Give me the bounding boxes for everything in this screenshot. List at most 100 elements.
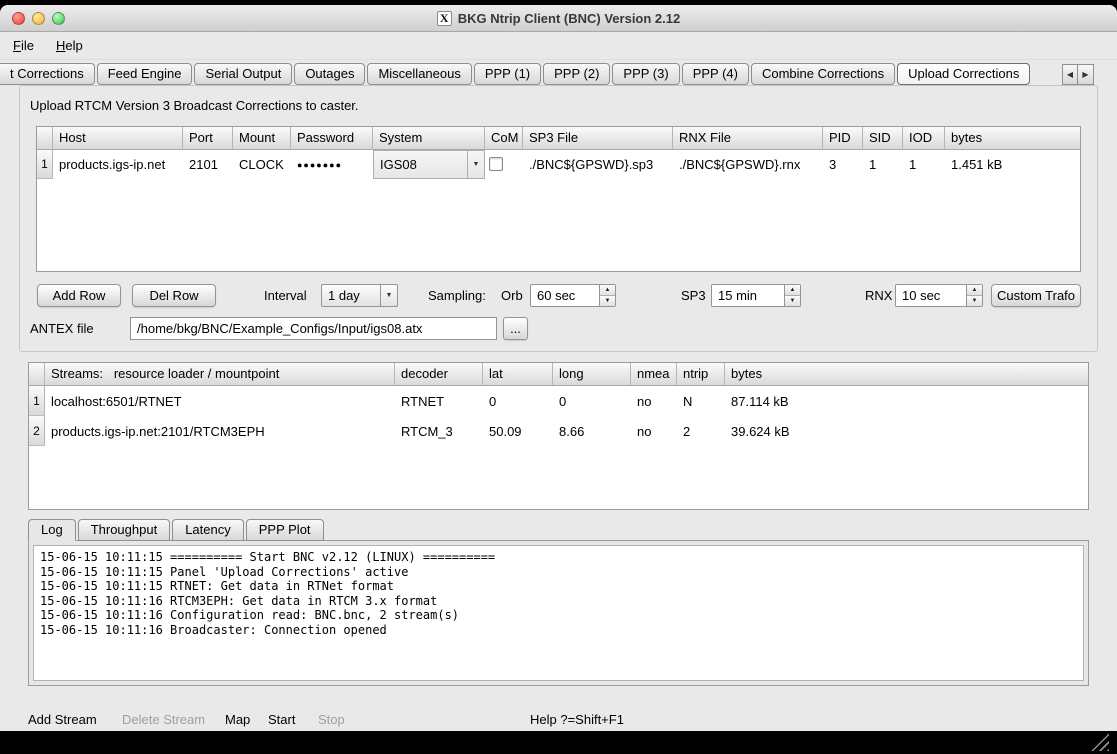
sp3-spinbox-value: 15 min	[712, 285, 784, 306]
custom-trafo-button[interactable]: Custom Trafo	[991, 284, 1081, 307]
add-stream-button[interactable]: Add Stream	[28, 712, 97, 727]
stream-long: 8.66	[553, 416, 631, 446]
spin-down-icon[interactable]: ▼	[785, 296, 800, 306]
rnx-spinbox-value: 10 sec	[896, 285, 966, 306]
system-combobox[interactable]: IGS08 ▼	[373, 150, 485, 179]
log-output[interactable]: 15-06-15 10:11:15 ========== Start BNC v…	[33, 545, 1084, 681]
system-combobox-value: IGS08	[374, 151, 467, 178]
upload-header-host: Host	[53, 127, 183, 150]
delete-stream-button[interactable]: Delete Stream	[122, 712, 205, 727]
sampling-label: Sampling:	[428, 288, 486, 303]
menu-file[interactable]: File	[13, 38, 34, 53]
upload-header-port: Port	[183, 127, 233, 150]
upload-cell-sid[interactable]: 1	[863, 150, 903, 179]
resize-grip[interactable]	[1089, 732, 1109, 751]
tab-combine-corrections[interactable]: Combine Corrections	[751, 63, 895, 85]
stop-button[interactable]: Stop	[318, 712, 345, 727]
sp3-label: SP3	[681, 288, 706, 303]
upload-cell-sp3-file[interactable]: ./BNC${GPSWD}.sp3	[523, 150, 673, 179]
upload-cell-mount[interactable]: CLOCK	[233, 150, 291, 179]
add-row-button[interactable]: Add Row	[37, 284, 121, 307]
spin-up-icon[interactable]: ▲	[785, 285, 800, 296]
tab-ppp-1[interactable]: PPP (1)	[474, 63, 541, 85]
orb-spin-buttons: ▲ ▼	[599, 285, 615, 306]
tab-ppp-4[interactable]: PPP (4)	[682, 63, 749, 85]
streams-header-nmea: nmea	[631, 363, 677, 386]
stream-decoder: RTCM_3	[395, 416, 483, 446]
tab-outages[interactable]: Outages	[294, 63, 365, 85]
help-shortcut-label: Help ?=Shift+F1	[530, 712, 624, 727]
orb-spinbox-value: 60 sec	[531, 285, 599, 306]
upload-header-rnx-file: RNX File	[673, 127, 823, 150]
antex-browse-button[interactable]: ...	[503, 317, 528, 340]
tab-scroll-right-icon[interactable]: ▶	[1078, 64, 1094, 85]
upload-table: Host Port Mount Password System CoM SP3 …	[36, 126, 1081, 272]
upload-cell-port[interactable]: 2101	[183, 150, 233, 179]
spin-down-icon[interactable]: ▼	[600, 296, 615, 306]
tab-feed-engine[interactable]: Feed Engine	[97, 63, 193, 85]
upload-header-password: Password	[291, 127, 373, 150]
title-bar[interactable]: X BKG Ntrip Client (BNC) Version 2.12	[0, 5, 1117, 32]
antex-file-label: ANTEX file	[30, 321, 94, 336]
tab-upload-corrections[interactable]: Upload Corrections	[897, 63, 1030, 85]
tab-log[interactable]: Log	[28, 519, 76, 541]
upload-row-number: 1	[37, 150, 53, 179]
stream-row-number: 1	[29, 386, 45, 416]
sp3-spinbox[interactable]: 15 min ▲ ▼	[711, 284, 801, 307]
window-title: BKG Ntrip Client (BNC) Version 2.12	[458, 11, 680, 26]
orb-spinbox[interactable]: 60 sec ▲ ▼	[530, 284, 616, 307]
tab-serial-output[interactable]: Serial Output	[194, 63, 292, 85]
streams-header-lat: lat	[483, 363, 553, 386]
tab-ppp-2[interactable]: PPP (2)	[543, 63, 610, 85]
stream-nmea: no	[631, 386, 677, 416]
stream-long: 0	[553, 386, 631, 416]
title-wrap: X BKG Ntrip Client (BNC) Version 2.12	[0, 5, 1117, 32]
stream-lat: 0	[483, 386, 553, 416]
tab-latency[interactable]: Latency	[172, 519, 244, 541]
tab-broadcast-corrections[interactable]: t Corrections	[0, 63, 95, 85]
streams-header-long: long	[553, 363, 631, 386]
upload-cell-pid[interactable]: 3	[823, 150, 863, 179]
log-line: 15-06-15 10:11:15 Panel 'Upload Correcti…	[40, 565, 1077, 580]
interval-combobox[interactable]: 1 day ▼	[321, 284, 398, 307]
streams-header-corner	[29, 363, 45, 386]
chevron-down-icon[interactable]: ▼	[380, 285, 397, 306]
start-button[interactable]: Start	[268, 712, 295, 727]
spin-up-icon[interactable]: ▲	[967, 285, 982, 296]
upload-header-corner	[37, 127, 53, 150]
log-line: 15-06-15 10:11:16 Broadcaster: Connectio…	[40, 623, 1077, 638]
stream-bytes: 39.624 kB	[725, 416, 1088, 446]
main-tab-bar: t Corrections Feed Engine Serial Output …	[0, 63, 1030, 86]
streams-table: Streams: resource loader / mountpoint de…	[28, 362, 1089, 510]
tab-miscellaneous[interactable]: Miscellaneous	[367, 63, 471, 85]
map-button[interactable]: Map	[225, 712, 250, 727]
orb-label: Orb	[501, 288, 523, 303]
upload-cell-iod[interactable]: 1	[903, 150, 945, 179]
upload-header-pid: PID	[823, 127, 863, 150]
stream-ntrip: 2	[677, 416, 725, 446]
rnx-spinbox[interactable]: 10 sec ▲ ▼	[895, 284, 983, 307]
tab-scroll-buttons: ◀ ▶	[1062, 64, 1094, 85]
upload-cell-host[interactable]: products.igs-ip.net	[53, 150, 183, 179]
menu-help[interactable]: Help	[56, 38, 83, 53]
com-checkbox[interactable]	[489, 157, 503, 171]
upload-cell-password[interactable]: ●●●●●●●	[291, 150, 373, 179]
spin-up-icon[interactable]: ▲	[600, 285, 615, 296]
antex-file-input[interactable]: /home/bkg/BNC/Example_Configs/Input/igs0…	[130, 317, 497, 340]
sp3-spin-buttons: ▲ ▼	[784, 285, 800, 306]
upload-cell-rnx-file[interactable]: ./BNC${GPSWD}.rnx	[673, 150, 823, 179]
menu-bar: File Help	[0, 32, 1117, 60]
del-row-button[interactable]: Del Row	[132, 284, 216, 307]
stream-row-number: 2	[29, 416, 45, 446]
x11-app-icon: X	[437, 11, 452, 26]
log-line: 15-06-15 10:11:16 Configuration read: BN…	[40, 608, 1077, 623]
streams-header-mountpoint: Streams: resource loader / mountpoint	[45, 363, 395, 386]
spin-down-icon[interactable]: ▼	[967, 296, 982, 306]
tab-throughput[interactable]: Throughput	[78, 519, 171, 541]
log-line: 15-06-15 10:11:15 ========== Start BNC v…	[40, 550, 1077, 565]
tab-ppp-3[interactable]: PPP (3)	[612, 63, 679, 85]
tab-scroll-left-icon[interactable]: ◀	[1062, 64, 1078, 85]
tab-ppp-plot[interactable]: PPP Plot	[246, 519, 324, 541]
chevron-down-icon[interactable]: ▼	[467, 151, 484, 178]
stream-mountpoint: products.igs-ip.net:2101/RTCM3EPH	[45, 416, 395, 446]
